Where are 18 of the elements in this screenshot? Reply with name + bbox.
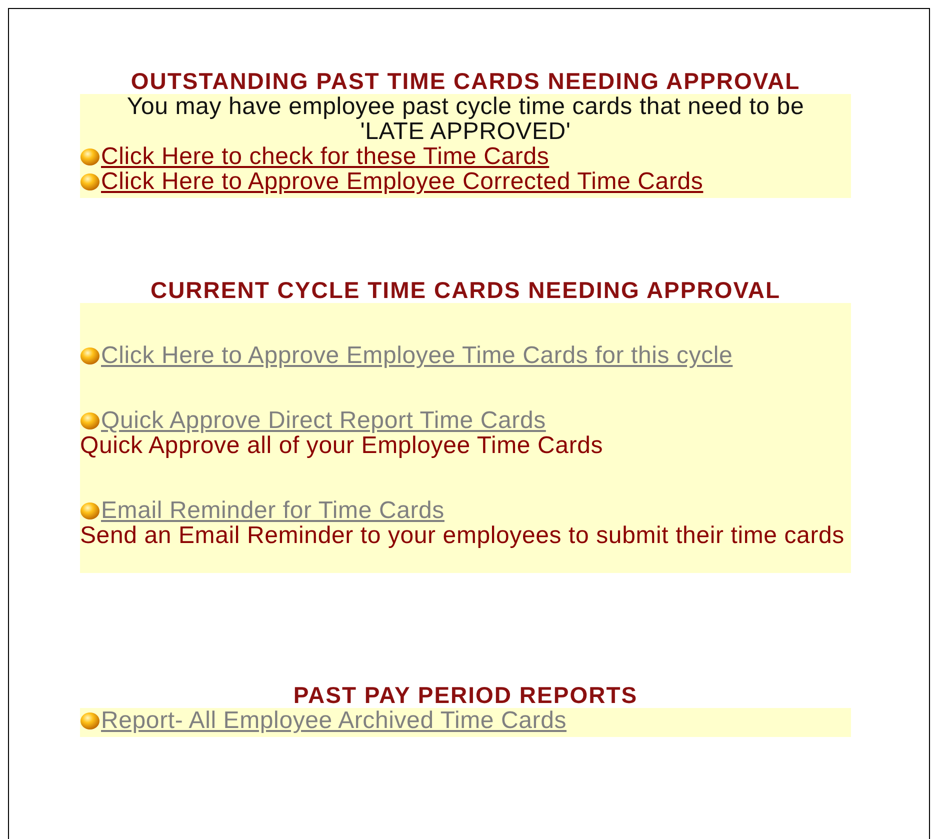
link[interactable]: Email Reminder for Time Cards (101, 498, 444, 523)
bullet-icon (80, 172, 100, 190)
link-description: Quick Approve all of your Employee Time Cards (80, 433, 604, 458)
link[interactable]: Quick Approve Direct Report Time Cards (101, 408, 546, 433)
link[interactable]: Click Here to Approve Employee Time Cards for this cycle (101, 343, 733, 368)
section-heading: OUTSTANDING PAST TIME CARDS NEEDING APPROVAL (130, 69, 802, 94)
link[interactable]: Report- All Employee Archived Time Cards (101, 708, 567, 733)
notice-text: You may have employee past cycle time cards that need to be 'LATE APPROVED' (126, 94, 806, 144)
section-heading: PAST PAY PERIOD REPORTS (292, 683, 639, 708)
link[interactable]: Click Here to check for these Time Cards (101, 144, 550, 169)
bullet-icon (80, 502, 100, 520)
link-description: Send an Email Reminder to your employees to submit their time cards (80, 523, 846, 548)
bullet-icon (80, 712, 100, 730)
bullet-icon (80, 148, 100, 166)
bullet-icon (80, 346, 100, 364)
link[interactable]: Click Here to Approve Employee Corrected Time Cards (101, 169, 704, 194)
bullet-icon (80, 412, 100, 430)
section-heading: CURRENT CYCLE TIME CARDS NEEDING APPROVAL (149, 278, 782, 303)
